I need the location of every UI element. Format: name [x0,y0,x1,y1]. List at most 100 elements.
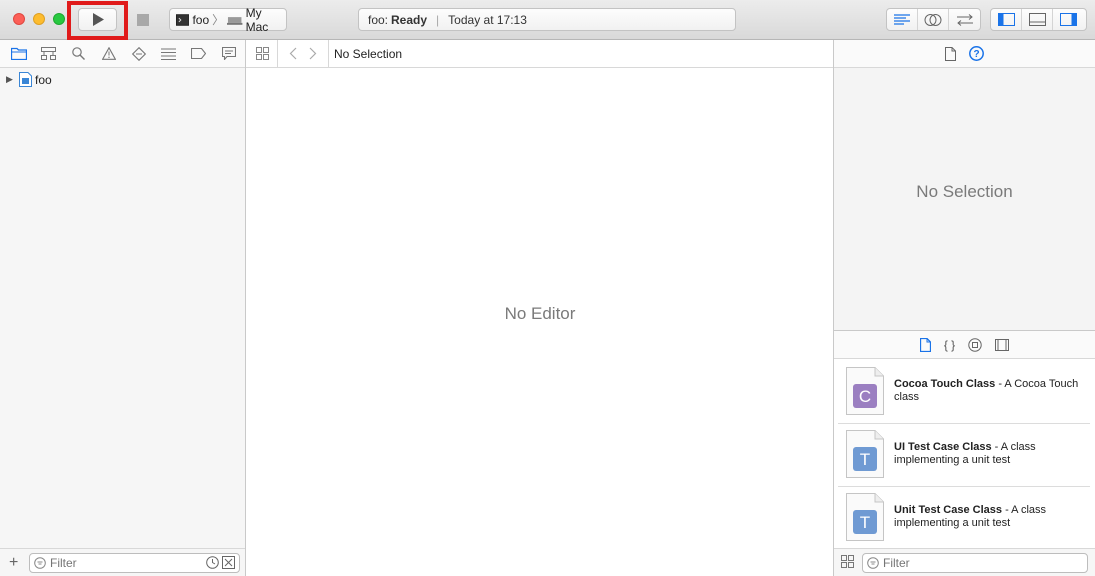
navigator-tabs [0,40,245,68]
run-button-highlight [67,1,128,40]
assistant-editor-button[interactable] [918,9,949,30]
inspector-tabs: ? [834,40,1095,68]
activity-status: foo: Ready | Today at 17:13 [358,8,736,31]
chevron-right-icon [309,47,317,60]
stop-button[interactable] [128,8,157,31]
jumpbar-path[interactable]: No Selection [334,47,402,61]
scheme-selector[interactable]: foo 〉 My Mac [169,5,287,34]
search-icon [72,47,85,60]
recent-clock-icon[interactable] [206,556,219,569]
class-file-icon: C [846,367,884,415]
jumpbar-divider [328,39,329,68]
minimize-window-button[interactable] [33,13,45,25]
svg-text:T: T [860,513,870,532]
file-inspector-icon[interactable] [945,46,956,61]
tab-issue-navigator[interactable] [98,44,119,64]
inspector-body: No Selection [834,69,1095,330]
status-divider: | [436,12,440,27]
toggle-utilities-button[interactable] [1053,9,1084,30]
library-item-text: Cocoa Touch Class - A Cocoa Touch class [894,378,1084,404]
scm-filter-icon[interactable] [222,556,235,569]
library-footer [834,548,1095,576]
status-time: Today at 17:13 [448,12,527,27]
mac-device-icon [227,16,243,25]
scheme-target-label: foo [192,12,210,27]
version-editor-button[interactable] [949,9,980,30]
related-items-button[interactable] [252,44,272,64]
tab-symbol-navigator[interactable] [38,44,59,64]
breakpoint-icon [191,48,206,59]
svg-text:C: C [859,387,871,406]
tab-breakpoint-navigator[interactable] [188,44,209,64]
chevron-right-icon: 〉 [212,13,225,27]
editor-area: No Selection No Editor [246,39,834,576]
zoom-window-button[interactable] [53,13,65,25]
test-file-icon: T [846,493,884,541]
bottom-panel-icon [1028,13,1046,26]
toggle-navigator-button[interactable] [991,9,1022,30]
quick-help-icon[interactable]: ? [969,46,984,61]
editor-mode-control [886,8,981,31]
library-filter [862,553,1088,573]
lines-icon [894,13,910,25]
library-item-title: Unit Test Case Class [894,504,1003,516]
warning-icon [101,47,116,60]
tab-report-navigator[interactable] [218,44,239,64]
stop-icon [136,13,149,26]
terminal-icon [176,13,190,26]
no-editor-placeholder: No Editor [504,304,576,323]
disclosure-triangle-icon[interactable]: ▶ [6,74,16,85]
navigator-filter-input[interactable] [50,556,170,570]
folder-icon [10,47,27,60]
left-panel-icon [997,13,1015,26]
grid-view-icon[interactable] [841,555,854,568]
library-item[interactable]: T UI Test Case Class - A class implement… [838,424,1090,487]
venn-circles-icon [924,13,942,26]
scheme-device-label: My Mac [245,5,269,34]
no-selection-placeholder: No Selection [916,182,1013,201]
project-file-icon [19,72,32,87]
file-template-icon[interactable] [919,337,931,352]
navigator-pane: ▶ foo + [0,40,246,576]
report-bubble-icon [221,47,236,60]
debug-list-icon [161,48,176,60]
utilities-pane: ? No Selection { } C Cocoa Touch Class -… [834,40,1095,576]
swap-arrows-icon [956,13,973,26]
chevron-left-icon [289,47,297,60]
tab-test-navigator[interactable] [128,44,149,64]
add-icon[interactable]: + [9,554,18,572]
library-item-text: UI Test Case Class - A class implementin… [894,441,1084,467]
close-window-button[interactable] [13,13,25,25]
library-item[interactable]: T Unit Test Case Class - A class impleme… [838,487,1090,550]
tree-item-label: foo [35,72,52,87]
tab-find-navigator[interactable] [68,44,89,64]
object-library-icon[interactable] [968,337,982,352]
library-pane: { } C Cocoa Touch Class - A Cocoa Touch … [834,330,1095,576]
navigator-footer: + [0,548,245,576]
tree-item-project[interactable]: ▶ foo [6,72,52,87]
view-toggle-control [990,8,1087,31]
media-library-icon[interactable] [995,338,1010,351]
back-button[interactable] [283,44,303,64]
status-state: Ready [391,12,428,27]
toggle-debug-area-button[interactable] [1022,9,1053,30]
filter-icon [867,557,879,569]
library-item[interactable]: C Cocoa Touch Class - A Cocoa Touch clas… [838,361,1090,424]
library-filter-input[interactable] [883,556,1003,570]
grid-icon [255,47,269,60]
library-item-title: Cocoa Touch Class [894,378,996,390]
forward-button[interactable] [303,44,323,64]
toolbar: foo 〉 My Mac foo: Ready | Today at 17:13 [0,0,1095,40]
code-snippet-icon[interactable]: { } [944,338,955,352]
svg-text:?: ? [973,49,979,60]
library-tabs: { } [834,331,1095,359]
tab-project-navigator[interactable] [8,44,29,64]
jumpbar-divider [277,39,278,68]
filter-icon [34,557,46,569]
status-project: foo: [368,12,389,27]
tab-debug-navigator[interactable] [158,44,179,64]
test-diamond-icon [131,46,146,61]
navigator-filter [29,553,240,573]
standard-editor-button[interactable] [887,9,918,30]
library-item-title: UI Test Case Class [894,441,992,453]
